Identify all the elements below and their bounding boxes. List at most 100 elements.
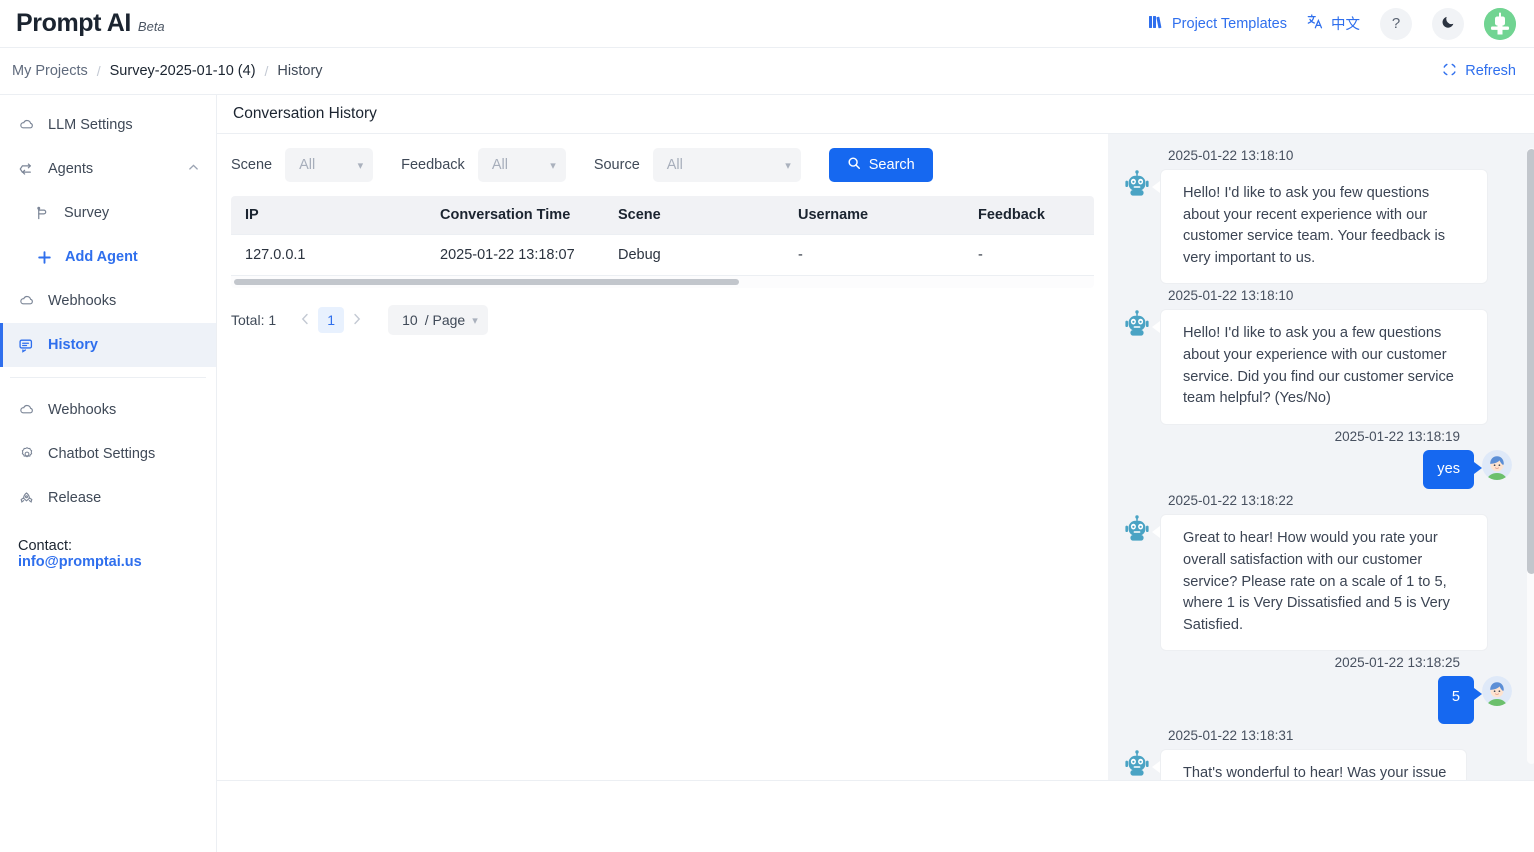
- sidebar-item-agents[interactable]: Agents: [0, 147, 216, 191]
- card-body: Scene All ▾ Feedback All ▾ Source All ▾ …: [217, 134, 1534, 780]
- column-header-ip: IP: [231, 196, 426, 235]
- translate-icon: [1307, 13, 1324, 34]
- app-title: Prompt AI: [16, 9, 131, 37]
- project-templates-link[interactable]: Project Templates: [1148, 14, 1287, 34]
- contact-email-link[interactable]: info@promptai.us: [18, 554, 142, 570]
- message-timestamp: 2025-01-22 13:18:10: [1168, 148, 1294, 163]
- column-header-scene: Scene: [604, 196, 784, 235]
- chevron-right-icon: [354, 313, 361, 324]
- refresh-label: Refresh: [1465, 63, 1516, 79]
- top-bar: Prompt AI Beta Project Templates 中文 ?: [0, 0, 1534, 48]
- robot-avatar-icon: [1125, 515, 1149, 541]
- page-size-suffix: / Page: [424, 312, 466, 328]
- sidebar-item-history[interactable]: History: [0, 323, 216, 367]
- pagination-page-1[interactable]: 1: [318, 307, 345, 333]
- message-row: 5: [1122, 676, 1512, 724]
- card-header: Conversation History: [217, 95, 1534, 134]
- search-button[interactable]: Search: [828, 148, 933, 182]
- refresh-button[interactable]: Refresh: [1442, 62, 1516, 81]
- bubble-tail: [1474, 461, 1482, 474]
- sidebar-item-webhooks-1[interactable]: Webhooks: [0, 279, 216, 323]
- feedback-filter-value: All: [491, 157, 508, 173]
- cell-conversation-time: 2025-01-22 13:18:07: [426, 234, 604, 276]
- bubble-tail: [1152, 321, 1160, 334]
- chevron-down-icon: ▾: [785, 159, 791, 172]
- table-horizontal-scrollbar[interactable]: [231, 276, 1094, 288]
- language-switcher[interactable]: 中文: [1307, 13, 1360, 34]
- chevron-left-icon: [301, 313, 308, 324]
- sidebar-item-survey[interactable]: Survey: [0, 191, 216, 235]
- refresh-icon: [1442, 62, 1457, 81]
- chat-message-user: 2025-01-22 13:18:19 yes: [1122, 429, 1512, 490]
- robot-avatar-icon: [1125, 310, 1149, 336]
- history-table: IP Conversation Time Scene Username Feed…: [231, 196, 1094, 288]
- breadcrumb-item-my-projects[interactable]: My Projects: [12, 63, 88, 79]
- plus-icon: [36, 249, 53, 266]
- contact-info: Contact: info@promptai.us: [0, 520, 216, 588]
- source-filter-select[interactable]: All ▾: [652, 148, 801, 182]
- cell-ip: 127.0.0.1: [231, 234, 426, 276]
- cell-feedback: -: [964, 234, 1094, 276]
- main-content: Conversation History Scene All ▾ Feedbac…: [217, 95, 1534, 852]
- sidebar-item-llm-settings[interactable]: LLM Settings: [0, 103, 216, 147]
- cell-username: -: [784, 234, 964, 276]
- chat-message-bot: 2025-01-22 13:18:10 Hello! I'd like to a…: [1122, 288, 1512, 425]
- sidebar-item-chatbot-settings[interactable]: Chatbot Settings: [0, 432, 216, 476]
- pagination-total: Total: 1: [231, 312, 277, 328]
- sidebar-item-add-agent[interactable]: Add Agent: [0, 235, 216, 279]
- pagination-next-button[interactable]: [344, 313, 370, 328]
- bubble-tail: [1152, 181, 1160, 193]
- table-row[interactable]: 127.0.0.1 2025-01-22 13:18:07 Debug - -: [231, 234, 1094, 276]
- message-bubble: That's wonderful to hear! Was your issue: [1160, 748, 1468, 780]
- search-icon: [847, 156, 861, 174]
- table-header-row: IP Conversation Time Scene Username Feed…: [231, 196, 1094, 235]
- breadcrumb-item-history[interactable]: History: [277, 63, 322, 79]
- page-title: Conversation History: [233, 105, 377, 122]
- page-size-select[interactable]: 10 / Page ▾: [388, 305, 488, 335]
- sidebar-item-release[interactable]: Release: [0, 476, 216, 520]
- feedback-filter-select[interactable]: All ▾: [477, 148, 566, 182]
- table-scrollbar-thumb[interactable]: [234, 279, 739, 285]
- help-button[interactable]: ?: [1380, 7, 1412, 40]
- book-icon: [1148, 14, 1164, 34]
- filter-label-scene: Scene: [231, 157, 273, 173]
- source-filter-value: All: [666, 157, 683, 173]
- message-bubble: Great to hear! How would you rate your o…: [1160, 514, 1488, 652]
- gear-icon: [18, 446, 35, 463]
- sidebar-item-label: Agents: [48, 161, 94, 177]
- cloud-icon: [18, 293, 35, 310]
- column-header-feedback: Feedback: [964, 196, 1094, 235]
- sidebar-item-webhooks-2[interactable]: Webhooks: [0, 388, 216, 432]
- flow-icon: [34, 205, 51, 222]
- top-bar-actions: Project Templates 中文 ?: [1148, 7, 1516, 40]
- page-size-value: 10: [402, 312, 418, 328]
- chat-message-list[interactable]: 2025-01-22 13:18:10 Hello! I'd like to a…: [1108, 134, 1534, 780]
- message-row: Great to hear! How would you rate your o…: [1122, 514, 1512, 652]
- breadcrumb-separator: /: [264, 63, 269, 79]
- sidebar-item-label: LLM Settings: [48, 117, 133, 133]
- chevron-down-icon: ▾: [550, 159, 556, 172]
- sidebar-divider: [10, 377, 206, 378]
- bubble-tail: [1474, 688, 1482, 701]
- cloud-icon: [18, 117, 35, 134]
- message-timestamp: 2025-01-22 13:18:22: [1168, 493, 1294, 509]
- scene-filter-select[interactable]: All ▾: [285, 148, 374, 182]
- chat-scrollbar-thumb[interactable]: [1527, 149, 1534, 574]
- theme-toggle-button[interactable]: [1432, 7, 1464, 40]
- project-templates-label: Project Templates: [1172, 15, 1287, 32]
- chevron-up-icon[interactable]: [187, 161, 200, 178]
- branch-icon: [18, 161, 35, 178]
- breadcrumb-item-project[interactable]: Survey-2025-01-10 (4): [110, 63, 256, 79]
- pagination-prev-button[interactable]: [292, 313, 318, 328]
- person-avatar-icon: [1482, 449, 1512, 480]
- chevron-down-icon: ▾: [472, 314, 478, 327]
- user-avatar[interactable]: [1484, 7, 1516, 40]
- filter-label-feedback: Feedback: [401, 157, 465, 173]
- sidebar-item-label: Webhooks: [48, 293, 117, 309]
- sidebar-item-label: Survey: [64, 205, 110, 221]
- message-bubble: 5: [1437, 676, 1474, 724]
- robot-avatar: [1122, 169, 1152, 199]
- message-timestamp: 2025-01-22 13:18:10: [1168, 288, 1294, 304]
- column-header-username: Username: [784, 196, 964, 235]
- conversation-detail-pane: 2025-01-22 13:18:10 Hello! I'd like to a…: [1108, 134, 1534, 780]
